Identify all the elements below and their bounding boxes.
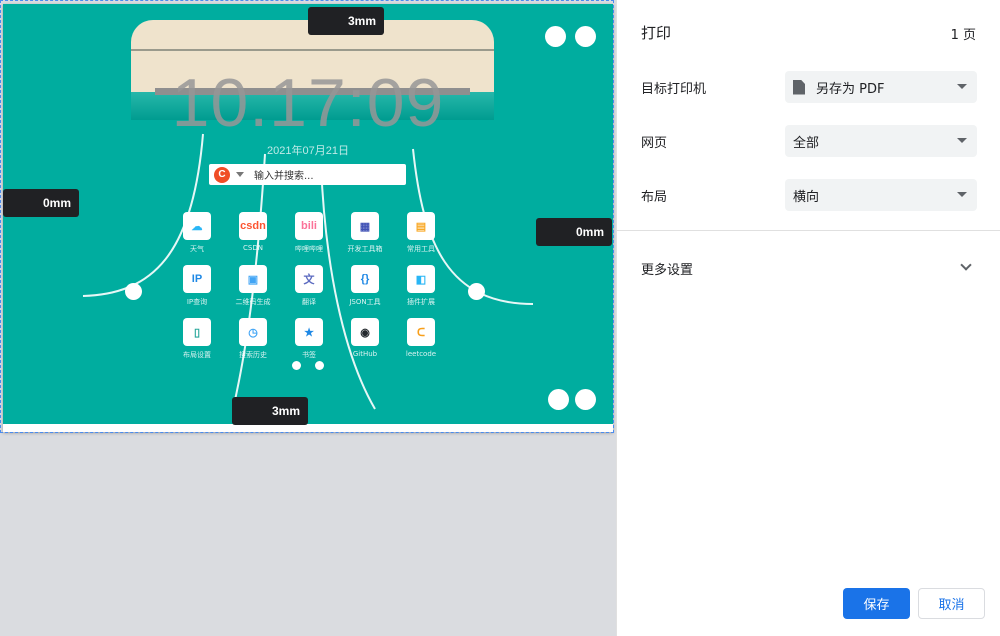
app-tile[interactable]: ᑕ leetcode	[393, 318, 449, 360]
destination-label: 目标打印机	[641, 82, 707, 97]
search-bar[interactable]: C 输入并搜索...	[209, 164, 406, 185]
layout-value: 横向	[793, 189, 820, 205]
app-tile[interactable]: csdn CSDN	[225, 212, 281, 254]
app-label: CSDN	[243, 244, 263, 252]
carousel-dot[interactable]	[315, 361, 324, 370]
app-label: GitHub	[352, 350, 378, 358]
print-settings-panel: 打印 1 页 目标打印机 另存为 PDF 网页 全部 布局 横向 更多设置 保存…	[616, 0, 1000, 636]
app-tile[interactable]: {} JSON工具	[337, 265, 393, 307]
app-label: 布局设置	[183, 351, 211, 359]
app-tile[interactable]: bili 哔哩哔哩	[281, 212, 337, 254]
layout-label: 布局	[641, 190, 668, 205]
preview-page-content: 10.17:09 2021年07月21日 C 输入并搜索... ☁ 天气 csdn C…	[3, 4, 613, 424]
date-display: 2021年07月21日	[267, 145, 349, 157]
app-label: 天气	[190, 245, 204, 253]
extension-icon[interactable]: ◧	[407, 265, 435, 293]
carousel-dot[interactable]	[292, 361, 301, 370]
decorative-dot	[548, 389, 569, 410]
devtools-icon[interactable]: ▦	[351, 212, 379, 240]
qrcode-icon[interactable]: ▣	[239, 265, 267, 293]
history-icon[interactable]: ◷	[239, 318, 267, 346]
app-tile[interactable]: ☁ 天气	[169, 212, 225, 254]
app-label: leetcode	[405, 350, 437, 358]
caret-down-icon	[957, 138, 967, 143]
app-tile[interactable]: ◧ 插件扩展	[393, 265, 449, 307]
search-engine-icon[interactable]: C	[214, 166, 230, 183]
pages-select[interactable]: 全部	[785, 125, 977, 157]
caret-down-icon	[957, 192, 967, 197]
bilibili-icon[interactable]: bili	[295, 212, 323, 240]
caret-down-icon	[957, 84, 967, 89]
app-tile[interactable]: IP IP查询	[169, 265, 225, 307]
app-tile[interactable]: ★ 书签	[281, 318, 337, 360]
app-label: 开发工具箱	[347, 245, 383, 253]
app-label: JSON工具	[349, 298, 381, 306]
search-input[interactable]: 输入并搜索...	[254, 167, 314, 182]
app-tile[interactable]: ▤ 常用工具	[393, 212, 449, 254]
github-icon[interactable]: ◉	[351, 318, 379, 346]
print-preview-area: 10.17:09 2021年07月21日 C 输入并搜索... ☁ 天气 csdn C…	[0, 0, 616, 636]
app-label: 书签	[302, 351, 316, 359]
decorative-dot	[575, 389, 596, 410]
app-grid: ☁ 天气 csdn CSDN bili 哔哩哔哩 ▦ 开发工具箱 ▤ 常用工具 IP IP查询 ▣ 二维码…	[169, 212, 465, 360]
app-label: 常用工具	[407, 245, 435, 253]
app-tile[interactable]: 文翻译	[281, 265, 337, 307]
app-tile[interactable]: ◷ 搜索历史	[225, 318, 281, 360]
app-label: 哔哩哔哩	[295, 245, 323, 253]
app-tile[interactable]: ▦ 开发工具箱	[337, 212, 393, 254]
air-conditioner-line	[131, 49, 494, 51]
clock-display: 10.17:09	[171, 65, 445, 141]
pages-value: 全部	[793, 135, 820, 151]
csdn-icon[interactable]: csdn	[239, 212, 267, 240]
pages-label: 网页	[641, 136, 668, 151]
divider	[617, 230, 1000, 231]
chevron-down-icon[interactable]	[960, 259, 972, 271]
app-tile[interactable]: ▣ 二维码生成	[225, 265, 281, 307]
decorative-dot	[545, 26, 566, 47]
save-button[interactable]: 保存	[843, 588, 910, 619]
decorative-dot	[575, 26, 596, 47]
app-label: IP查询	[186, 298, 208, 306]
decorative-dot	[468, 283, 485, 300]
leetcode-icon[interactable]: ᑕ	[407, 318, 435, 346]
app-tile[interactable]: ◉ GitHub	[337, 318, 393, 360]
destination-select[interactable]: 另存为 PDF	[785, 71, 977, 103]
file-icon	[793, 79, 805, 95]
destination-value: 另存为 PDF	[816, 81, 885, 97]
layout-select[interactable]: 横向	[785, 179, 977, 211]
decorative-dot	[125, 283, 142, 300]
bookmark-star-icon[interactable]: ★	[295, 318, 323, 346]
weather-icon[interactable]: ☁	[183, 212, 211, 240]
right-margin-badge[interactable]: 0mm	[536, 218, 612, 246]
top-margin-badge[interactable]: 3mm	[308, 7, 384, 35]
app-label: 翻译	[302, 298, 316, 306]
app-tile[interactable]: ▯ 布局设置	[169, 318, 225, 360]
translate-icon[interactable]: 文	[295, 265, 323, 293]
layout-icon[interactable]: ▯	[183, 318, 211, 346]
ip-icon[interactable]: IP	[183, 265, 211, 293]
app-label: 插件扩展	[407, 298, 435, 306]
app-label: 二维码生成	[235, 298, 271, 306]
more-settings-toggle[interactable]: 更多设置	[641, 259, 693, 278]
page-count: 1 页	[950, 28, 976, 43]
panel-title: 打印	[641, 24, 672, 42]
bottom-margin-badge[interactable]: 3mm	[232, 397, 308, 425]
cancel-button[interactable]: 取消	[918, 588, 985, 619]
json-icon[interactable]: {}	[351, 265, 379, 293]
app-label: 搜索历史	[239, 351, 267, 359]
tools-icon[interactable]: ▤	[407, 212, 435, 240]
dropdown-arrow-icon[interactable]	[236, 172, 244, 177]
left-margin-badge[interactable]: 0mm	[3, 189, 79, 217]
print-dialog: 10.17:09 2021年07月21日 C 输入并搜索... ☁ 天气 csdn C…	[0, 0, 1000, 636]
